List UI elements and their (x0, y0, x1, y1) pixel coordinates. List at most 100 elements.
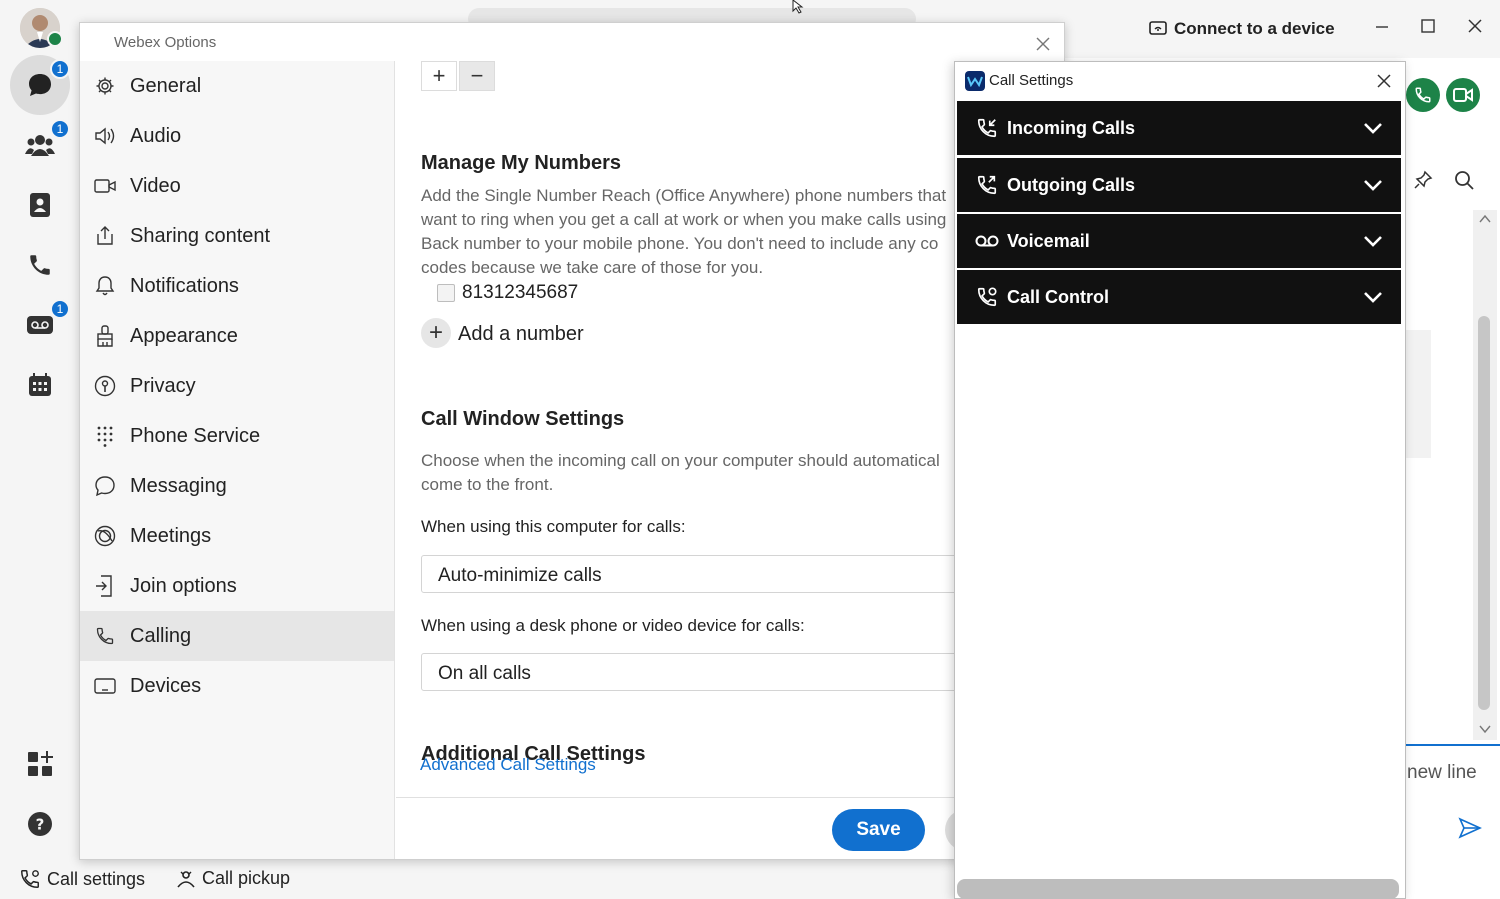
device-icon (94, 675, 116, 697)
nav-item-video[interactable]: Video (80, 161, 394, 211)
close-icon (1036, 37, 1050, 51)
nav-item-join-options[interactable]: Join options (80, 561, 394, 611)
audio-call-button[interactable] (1406, 78, 1440, 112)
desk-phone-select[interactable]: On all calls (421, 653, 1021, 691)
composer-placeholder[interactable]: new line (1407, 762, 1477, 784)
search-icon (1455, 171, 1474, 190)
desk-phone-value: On all calls (438, 663, 531, 684)
close-app-button[interactable] (1463, 14, 1487, 38)
teams-badge: 1 (50, 119, 70, 139)
send-icon[interactable] (1458, 816, 1482, 840)
nav-item-appearance[interactable]: Appearance (80, 311, 394, 361)
desk-phone-label: When using a desk phone or video device … (421, 616, 805, 635)
add-number-link[interactable]: Add a number (458, 323, 584, 346)
messaging-badge: 1 (50, 59, 70, 79)
teams-icon (25, 135, 55, 156)
call-settings-horizontal-scrollbar[interactable] (957, 879, 1399, 898)
phone-icon (94, 625, 116, 647)
nav-label-audio: Audio (130, 124, 182, 147)
brush-icon (94, 325, 116, 347)
section-voicemail[interactable]: Voicemail (957, 214, 1401, 268)
rail-teams[interactable]: 1 (10, 115, 70, 175)
scroll-down-icon[interactable] (1479, 724, 1491, 734)
nav-label-devices: Devices (130, 674, 202, 697)
nav-item-calling[interactable]: Calling (80, 611, 394, 661)
nav-label-video: Video (130, 174, 181, 197)
nav-item-phone-service[interactable]: Phone Service (80, 411, 394, 461)
help-icon: ? (28, 812, 52, 836)
contacts-icon (30, 193, 50, 217)
call-pickup-shortcut[interactable]: Call pickup (176, 868, 290, 889)
nav-item-audio[interactable]: Audio (80, 111, 394, 161)
close-icon (1468, 19, 1482, 33)
webex-options-dialog: Webex Options General Audio Video Sharin… (79, 22, 1065, 860)
call-settings-title: Call Settings (989, 72, 1074, 89)
incoming-call-icon (975, 116, 999, 140)
call-pickup-icon (177, 870, 195, 888)
nav-item-meetings[interactable]: Meetings (80, 511, 394, 561)
call-settings-shortcut[interactable]: Call settings (19, 868, 145, 890)
section-incoming-calls[interactable]: Incoming Calls (957, 101, 1401, 155)
options-nav: General Audio Video Sharing content Noti… (80, 61, 395, 859)
minimize-button[interactable] (1370, 14, 1394, 38)
advanced-call-settings-link[interactable]: Advanced Call Settings (420, 755, 596, 775)
cast-icon (1149, 21, 1167, 35)
manage-numbers-description: Add the Single Number Reach (Office Anyw… (421, 162, 981, 280)
rail-messaging[interactable]: 1 (10, 55, 70, 115)
bell-icon (94, 275, 116, 297)
computer-calls-value: Auto-minimize calls (438, 565, 602, 586)
add-row-button[interactable]: + (421, 61, 457, 91)
call-pickup-label: Call pickup (202, 868, 291, 888)
section-outgoing-calls[interactable]: Outgoing Calls (957, 158, 1401, 212)
save-button[interactable]: Save (832, 809, 925, 851)
dialpad-icon (94, 425, 116, 447)
section-label: Call Control (1007, 286, 1109, 307)
voicemail-badge: 1 (50, 299, 70, 319)
nav-item-general[interactable]: General (80, 61, 394, 111)
section-label: Outgoing Calls (1007, 174, 1135, 195)
call-settings-close-button[interactable] (1373, 70, 1395, 92)
search-button[interactable] (1452, 168, 1476, 192)
call-window-heading: Call Window Settings (421, 408, 625, 430)
gear-icon (94, 75, 116, 97)
voicemail-icon (975, 229, 999, 253)
desc-line: codes because we take care of those for … (421, 258, 764, 277)
chevron-down-icon (1361, 285, 1385, 309)
nav-label-messaging: Messaging (130, 474, 227, 497)
pin-button[interactable] (1411, 168, 1435, 192)
scroll-up-icon[interactable] (1479, 214, 1491, 224)
number-checkbox[interactable] (437, 284, 455, 302)
section-label: Voicemail (1007, 230, 1090, 251)
rail-help[interactable]: ? (10, 794, 70, 854)
maximize-button[interactable] (1416, 14, 1440, 38)
nav-label-sharing: Sharing content (130, 224, 271, 247)
video-icon (1453, 88, 1473, 102)
nav-item-notifications[interactable]: Notifications (80, 261, 394, 311)
share-icon (94, 225, 116, 247)
add-number-icon[interactable]: + (421, 318, 451, 348)
desc-line: come to the front. (421, 475, 554, 494)
rail-calling[interactable] (10, 235, 70, 295)
rail-calendar[interactable] (10, 355, 70, 415)
nav-item-devices[interactable]: Devices (80, 661, 394, 711)
rail-contacts[interactable] (10, 175, 70, 235)
nav-item-sharing[interactable]: Sharing content (80, 211, 394, 261)
rail-voicemail[interactable]: 1 (10, 295, 70, 355)
nav-item-messaging[interactable]: Messaging (80, 461, 394, 511)
remove-row-button[interactable]: − (459, 61, 495, 91)
desc-line: Back number to your mobile phone. You do… (421, 234, 939, 253)
call-control-icon (975, 285, 999, 309)
speaker-icon (94, 125, 116, 147)
nav-label-meetings: Meetings (130, 524, 212, 547)
nav-item-privacy[interactable]: Privacy (80, 361, 394, 411)
rail-apps[interactable] (10, 734, 70, 794)
connect-device-button[interactable]: Connect to a device (1148, 17, 1335, 41)
close-icon (1377, 74, 1391, 88)
section-call-control[interactable]: Call Control (957, 270, 1401, 324)
video-call-button[interactable] (1446, 78, 1480, 112)
computer-calls-select[interactable]: Auto-minimize calls (421, 555, 1021, 593)
nav-label-join-options: Join options (130, 574, 237, 597)
options-close-button[interactable] (1032, 33, 1054, 55)
calendar-icon (29, 373, 51, 396)
conversation-scroll-thumb[interactable] (1478, 316, 1490, 710)
